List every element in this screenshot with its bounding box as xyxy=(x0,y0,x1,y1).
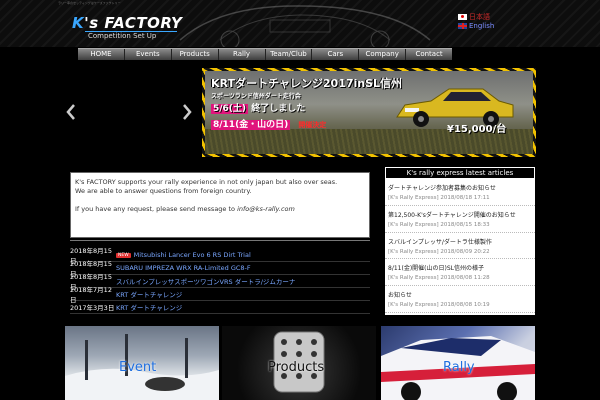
nav-rally[interactable]: Rally xyxy=(219,49,266,60)
event-tile-label: Event xyxy=(119,360,157,375)
nav-cars[interactable]: Cars xyxy=(312,49,360,60)
japan-flag-icon xyxy=(458,14,467,20)
lang-jp-label: 日本語 xyxy=(469,13,490,21)
article-meta: [K's Rally Express] 2018/08/08 11:28 xyxy=(388,275,490,282)
banner-date2-note: 開催決定 xyxy=(298,121,327,129)
article-title-link[interactable]: 8/11(金)開催(山の日)SL信州の様子 xyxy=(388,263,532,272)
news-date: 2017年3月3日 xyxy=(70,304,115,312)
article-item[interactable]: 第12,500-K'sダートチャレンジ開催のお知らせ [K's Rally Ex… xyxy=(385,206,535,233)
info-line-3: If you have any request, please send mes… xyxy=(75,205,365,214)
banner-date-first: 5/6(土) 終了しました xyxy=(211,101,305,114)
tagline: ラリー車のセッティングはケーズファクトリー xyxy=(58,1,121,5)
products-tile-label: Products xyxy=(268,360,325,375)
nav-home[interactable]: HOME xyxy=(78,49,125,60)
info-line-3-text: If you have any request, please send mes… xyxy=(75,205,238,213)
news-title-link[interactable]: Mitsubishi Lancer Evo 6 RS Dirt Trial xyxy=(134,251,251,259)
slider-prev-icon[interactable] xyxy=(66,104,76,120)
news-title-link[interactable]: SUBARU IMPREZA WRX RA-Limited GC8-F xyxy=(116,264,251,272)
promo-banner[interactable]: KRTダートチャレンジ2017inSL信州 スポーツランド信州ダート走行会 5/… xyxy=(202,68,536,157)
lang-english-link[interactable]: English xyxy=(458,22,494,30)
article-item[interactable]: 8/11(金)開催(山の日)SL信州の様子 [K's Rally Express… xyxy=(385,259,535,287)
article-item[interactable]: スバルインプレッサ/ダートラ仕様製作 [K's Rally Express] 2… xyxy=(385,233,535,260)
logo-k: K xyxy=(72,14,85,32)
nav-products[interactable]: Products xyxy=(172,49,219,60)
nav-contact[interactable]: Contact xyxy=(406,49,452,60)
rally-tile-label: Rally xyxy=(443,360,475,375)
logo-subtitle: Competition Set Up xyxy=(88,32,157,40)
event-tile[interactable]: Event xyxy=(65,326,219,400)
logo-rest: 's FACTORY xyxy=(84,14,183,32)
banner-price: ¥15,000/台 xyxy=(447,124,507,135)
article-title-link[interactable]: ダートチャレンジ参加者募集のお知らせ xyxy=(388,183,532,192)
banner-date1-highlight: 5/6(土) xyxy=(211,104,249,114)
lang-en-label: English xyxy=(469,22,495,30)
article-title-link[interactable]: お知らせ xyxy=(388,290,532,299)
banner-date1-text: 終了しました xyxy=(251,104,306,114)
tagline-bar: ラリー車のセッティングはケーズファクトリー xyxy=(0,0,600,8)
news-item[interactable]: 2017年3月3日 KRT ダートチャレンジ xyxy=(70,301,370,314)
article-meta: [K's Rally Express] 2018/08/18 17:11 xyxy=(388,195,490,201)
news-title-link[interactable]: スバルインプレッサスポーツワゴンVRS ダートラ/ジムカーナ xyxy=(116,276,295,286)
banner-date2-highlight: 8/11(金・山の日) xyxy=(211,120,291,130)
banner-date-second: 8/11(金・山の日) 開催決定 xyxy=(211,117,326,130)
new-badge: NEW xyxy=(116,252,131,258)
article-meta: [K's Rally Express] 2018/08/08 10:19 xyxy=(388,302,490,309)
rally-tile[interactable]: Rally xyxy=(381,326,535,400)
info-line-2: We are able to answer questions from for… xyxy=(75,187,252,195)
article-item[interactable]: ダートチャレンジ参加者募集のお知らせ [K's Rally Express] 2… xyxy=(385,179,535,206)
article-meta: [K's Rally Express] 2018/08/09 20:22 xyxy=(388,248,490,255)
news-title-link[interactable]: KRT ダートチャレンジ xyxy=(116,302,182,312)
logo-title: K's FACTORY xyxy=(72,14,182,32)
uk-flag-icon xyxy=(458,23,467,29)
article-meta: [K's Rally Express] 2018/08/15 18:33 xyxy=(388,221,490,228)
news-date: 2018年7月12日 xyxy=(70,286,112,304)
nav-team-club[interactable]: Team/Club xyxy=(266,49,313,60)
products-tile[interactable]: Products xyxy=(222,326,376,400)
lang-japanese-link[interactable]: 日本語 xyxy=(458,12,490,22)
banner-subtitle: スポーツランド信州ダート走行会 xyxy=(211,93,301,100)
news-list: 2018年8月15日 NEW Mitsubishi Lancer Evo 6 R… xyxy=(70,240,370,316)
news-title-link[interactable]: KRT ダートチャレンジ xyxy=(116,289,182,299)
foreign-support-box: K's FACTORY supports your rally experien… xyxy=(70,172,370,238)
latest-articles-panel: K's rally express latest articles ダートチャレ… xyxy=(385,167,535,315)
info-line-1: K's FACTORY supports your rally experien… xyxy=(75,178,338,186)
nav-company[interactable]: Company xyxy=(359,49,407,60)
article-title-link[interactable]: スバルインプレッサ/ダートラ仕様製作 xyxy=(388,237,532,246)
nav-events[interactable]: Events xyxy=(125,49,172,60)
latest-articles-heading: K's rally express latest articles xyxy=(385,167,535,179)
banner-title: KRTダートチャレンジ2017inSL信州 xyxy=(211,77,403,90)
slider-next-icon[interactable] xyxy=(182,104,192,120)
logo[interactable]: K's FACTORY Competition Set Up xyxy=(72,14,182,40)
article-item[interactable]: お知らせ [K's Rally Express] 2018/08/08 10:1… xyxy=(385,286,535,313)
article-title-link[interactable]: 第12,500-K'sダートチャレンジ開催のお知らせ xyxy=(388,210,532,219)
news-item[interactable]: 2018年7月12日 KRT ダートチャレンジ xyxy=(70,286,370,304)
info-email-link[interactable]: info@ks-rally.com xyxy=(237,205,295,213)
main-nav: HOME Events Products Rally Team/Club Car… xyxy=(78,48,452,60)
